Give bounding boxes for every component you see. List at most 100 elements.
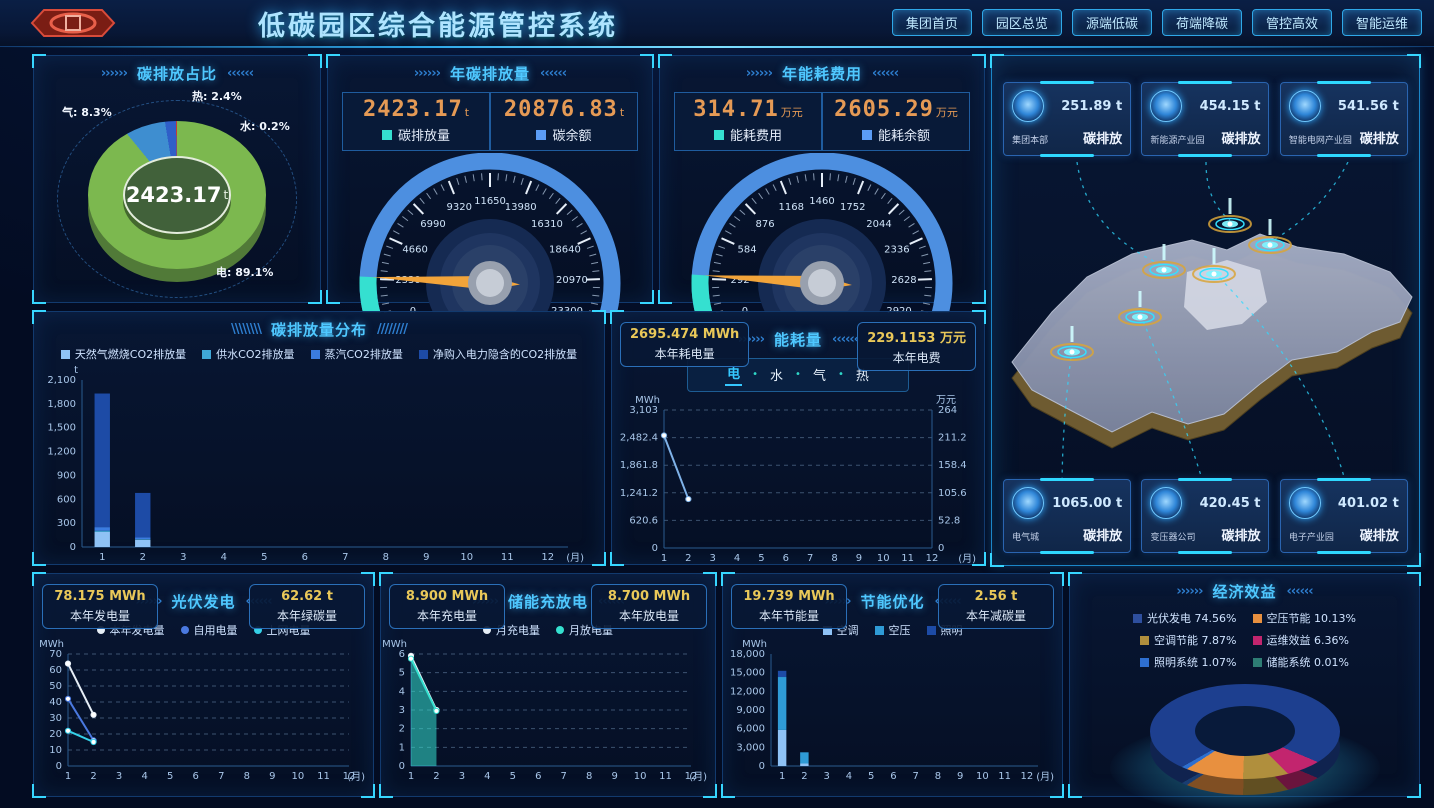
svg-text:1: 1 [779, 771, 785, 782]
panel-title: 年能耗费用 [782, 63, 862, 84]
park-card-bottom: 智能电网产业园碳排放 [1281, 122, 1407, 147]
svg-text:2: 2 [433, 771, 439, 782]
carbon-total-unit: t [223, 188, 228, 202]
badge-label: 本年减碳量 [948, 607, 1044, 624]
park-name: 智能电网产业园 [1289, 133, 1352, 146]
corner-accent [1407, 553, 1421, 567]
svg-text:10: 10 [49, 745, 62, 756]
svg-text:11650: 11650 [474, 196, 506, 207]
svg-text:6: 6 [399, 649, 405, 660]
pie-label-gas: 气: 8.3% [62, 104, 112, 120]
stat-value: 2605.29 [834, 97, 934, 122]
svg-text:3: 3 [823, 771, 829, 782]
nav-button-1[interactable]: 集团首页 [892, 9, 972, 36]
svg-text:MWh: MWh [742, 639, 767, 650]
badge-value: 2.56 t [948, 589, 1044, 604]
panel-title: 储能充放电 [508, 591, 588, 612]
svg-text:t: t [74, 365, 78, 376]
pie-label-electric: 电: 89.1% [216, 264, 273, 280]
legend-dot-icon [181, 626, 189, 634]
svg-text:264: 264 [938, 405, 957, 416]
stat-label: 能耗费用 [730, 125, 782, 144]
svg-text:3: 3 [399, 705, 405, 716]
corner-accent [990, 553, 1004, 567]
svg-text:20: 20 [49, 729, 62, 740]
svg-text:0: 0 [56, 761, 62, 772]
legend-item: 空压 [875, 622, 911, 638]
corner-accent [1407, 54, 1421, 68]
svg-text:0: 0 [759, 761, 765, 772]
svg-text:11: 11 [659, 771, 672, 782]
legend-item: 空调节能 7.87% [1140, 632, 1236, 648]
svg-text:9: 9 [856, 553, 862, 564]
svg-text:7: 7 [561, 771, 567, 782]
stat-label: 碳余额 [552, 125, 591, 144]
svg-text:18640: 18640 [549, 245, 581, 256]
panel-energy-consumption: 2695.474 MWh 本年耗电量 ›››››› 能耗量 ‹‹‹‹‹‹ 229… [611, 311, 985, 565]
svg-text:0: 0 [399, 761, 405, 772]
svg-text:3: 3 [180, 552, 186, 563]
svg-text:2,100: 2,100 [47, 375, 76, 386]
svg-text:11: 11 [501, 552, 514, 563]
svg-text:158.4: 158.4 [938, 460, 967, 471]
nav-button-4[interactable]: 荷端降碳 [1162, 9, 1242, 36]
nav-button-6[interactable]: 智能运维 [1342, 9, 1422, 36]
svg-text:70: 70 [49, 649, 62, 660]
park-card-value: 454.15 t [1200, 99, 1261, 114]
nav-button-5[interactable]: 管控高效 [1252, 9, 1332, 36]
legend-item: 蒸汽CO2排放量 [311, 346, 403, 362]
svg-text:4: 4 [399, 686, 405, 697]
annual-carbon-gauge: 0233046606990932011650139801631018640209… [328, 153, 652, 313]
badge-year-discharge: 8.700 MWh 本年放电量 [591, 584, 707, 629]
saving-bar-chart: 03,0006,0009,00012,00015,00018,000MWh(月)… [723, 638, 1062, 792]
panel-economic-benefit: ›››››› 经济效益 ‹‹‹‹‹‹ 光伏发电 74.56%空压节能 10.13… [1069, 573, 1420, 797]
stat-unit: 万元 [781, 106, 803, 119]
tab-energy-2[interactable]: 水 [768, 365, 785, 384]
svg-text:2: 2 [90, 771, 96, 782]
legend-label: 运维效益 6.36% [1267, 632, 1349, 648]
park-metric-label: 碳排放 [1083, 525, 1122, 544]
svg-text:1752: 1752 [840, 202, 865, 213]
svg-text:5: 5 [510, 771, 516, 782]
svg-text:9: 9 [611, 771, 617, 782]
badge-label: 本年发电量 [52, 607, 148, 624]
svg-text:12: 12 [343, 771, 356, 782]
chevrons-left-icon: ‹‹‹‹‹‹ [832, 332, 858, 347]
svg-text:11: 11 [901, 553, 914, 564]
legend-label: 供水CO2排放量 [216, 346, 294, 362]
park-card-top: 454.15 t [1142, 83, 1268, 122]
park-metric-label: 碳排放 [1083, 128, 1122, 147]
legend-label: 空压 [889, 622, 911, 638]
svg-text:11: 11 [998, 771, 1011, 782]
legend-label: 空压节能 10.13% [1267, 610, 1356, 626]
panel-title-row: ›››››› 年能耗费用 ‹‹‹‹‹‹ [660, 60, 984, 86]
badge-value: 78.175 MWh [52, 589, 148, 604]
svg-text:4: 4 [221, 552, 227, 563]
corner-accent [1050, 572, 1064, 586]
park-card-top: 1065.00 t [1004, 480, 1130, 519]
badge-value: 62.62 t [259, 589, 355, 604]
tab-energy-3[interactable]: 气 [811, 365, 828, 384]
panel-carbon-distribution: \\\\\\\\ 碳排放量分布 //////// 天然气燃烧CO2排放量供水CO… [33, 311, 605, 565]
meter-icon [1012, 487, 1044, 519]
nav-button-3[interactable]: 源端低碳 [1072, 9, 1152, 36]
legend-item: 光伏发电 74.56% [1133, 610, 1236, 626]
energy-line-chart: 0620.61,241.21,861.82,482.43,103052.8105… [612, 394, 984, 574]
svg-text:6990: 6990 [420, 219, 445, 230]
svg-text:1168: 1168 [779, 202, 804, 213]
svg-text:(月): (月) [958, 553, 976, 565]
park-card-top: 541.56 t [1281, 83, 1407, 122]
svg-text:10: 10 [634, 771, 647, 782]
legend-item: 供水CO2排放量 [202, 346, 294, 362]
badge-label: 本年充电量 [399, 607, 495, 624]
park-card: 541.56 t智能电网产业园碳排放 [1280, 82, 1408, 156]
legend-square-icon [1253, 614, 1262, 623]
svg-text:52.8: 52.8 [938, 515, 960, 526]
svg-text:12: 12 [685, 771, 698, 782]
svg-text:1460: 1460 [809, 196, 834, 207]
svg-text:1,500: 1,500 [47, 423, 76, 434]
stat-carbon-emission: 2423.17t 碳排放量 [342, 92, 490, 151]
legend-label: 天然气燃烧CO2排放量 [75, 346, 186, 362]
nav-button-2[interactable]: 园区总览 [982, 9, 1062, 36]
legend-square-icon [419, 350, 428, 359]
